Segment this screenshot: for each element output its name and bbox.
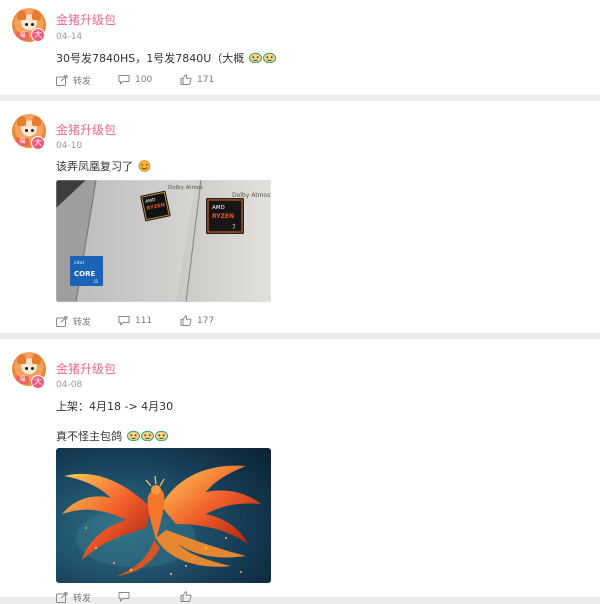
comment-button[interactable]: 111 bbox=[118, 315, 152, 326]
gift-icon: 福 bbox=[16, 32, 29, 40]
post-text-line: 真不怪主包鸽 bbox=[56, 430, 122, 443]
sly-smile-emoji-icon bbox=[138, 159, 151, 175]
username[interactable]: 金猪升级包 bbox=[56, 11, 116, 28]
vip-badge: 大 bbox=[31, 375, 45, 389]
repost-label: 转发 bbox=[73, 318, 92, 328]
username[interactable]: 金猪升级包 bbox=[56, 121, 116, 138]
gift-icon: 福 bbox=[16, 376, 29, 384]
share-icon bbox=[56, 592, 68, 603]
vip-badge: 大 bbox=[31, 28, 45, 42]
sticker-right-text: RYZEN bbox=[212, 213, 234, 220]
like-count: 171 bbox=[197, 74, 215, 85]
post-date[interactable]: 04-10 bbox=[56, 141, 82, 151]
like-button[interactable]: 177 bbox=[180, 315, 214, 326]
like-button[interactable]: 171 bbox=[180, 74, 214, 85]
comment-count: 111 bbox=[135, 315, 153, 326]
intel-num: i5 bbox=[94, 279, 98, 285]
comment-icon bbox=[118, 75, 130, 85]
thumbs-up-icon bbox=[180, 74, 192, 85]
post-photo[interactable] bbox=[56, 448, 271, 583]
laptop-stickers-photo: AMD RYZEN AMD RYZEN 7 Dolby Atmos Dolby … bbox=[56, 180, 271, 302]
doge-emoji-icon bbox=[126, 430, 140, 444]
post-date[interactable]: 04-14 bbox=[56, 32, 82, 42]
repost-label: 转发 bbox=[73, 594, 92, 604]
repost-button[interactable]: 转发 bbox=[56, 315, 91, 328]
doge-emoji-icon bbox=[248, 52, 262, 66]
comment-count: 100 bbox=[135, 74, 153, 85]
doge-emoji-icon bbox=[262, 52, 276, 66]
dolby-text-right: Dolby Atmos bbox=[232, 192, 270, 199]
post-card: 福 大 金猪升级包 04-10 该弄凤凰复习了 AMD RYZEN AMD RY… bbox=[0, 101, 600, 333]
post-text: 真不怪主包鸽 bbox=[56, 428, 168, 444]
post-text: 该弄凤凰复习了 bbox=[56, 158, 151, 175]
share-icon bbox=[56, 316, 68, 327]
comment-icon bbox=[118, 316, 130, 326]
post-text-line: 该弄凤凰复习了 bbox=[56, 160, 133, 173]
post-text-line: 上架：4月18 -> 4月30 bbox=[56, 400, 174, 413]
vip-badge: 大 bbox=[31, 136, 45, 150]
gift-icon: 福 bbox=[16, 138, 29, 146]
like-count: 177 bbox=[197, 315, 215, 326]
repost-button[interactable]: 转发 bbox=[56, 591, 91, 604]
doge-emoji-icon bbox=[140, 430, 154, 444]
post-date[interactable]: 04-08 bbox=[56, 380, 82, 390]
share-icon bbox=[56, 75, 68, 86]
thumbs-up-icon bbox=[180, 315, 192, 326]
sticker-right-num: 7 bbox=[232, 224, 236, 231]
sticker-right-brand: AMD bbox=[212, 205, 225, 211]
dolby-text-left: Dolby Atmos bbox=[168, 185, 203, 191]
intel-text: CORE bbox=[74, 270, 95, 278]
doge-emoji-icon bbox=[154, 430, 168, 444]
intel-brand: intel bbox=[74, 260, 84, 266]
post-text-line: 30号发7840HS，1号发7840U（大概 bbox=[56, 52, 245, 65]
repost-label: 转发 bbox=[73, 77, 92, 87]
post-photo[interactable]: AMD RYZEN AMD RYZEN 7 Dolby Atmos Dolby … bbox=[56, 180, 271, 302]
phoenix-artwork bbox=[56, 448, 271, 583]
post-card: 福 大 金猪升级包 04-14 30号发7840HS，1号发7840U（大概 转… bbox=[0, 0, 600, 95]
repost-button[interactable]: 转发 bbox=[56, 74, 91, 87]
post-text: 30号发7840HS，1号发7840U（大概 bbox=[56, 50, 276, 66]
post-card: 福 大 金猪升级包 04-08 上架：4月18 -> 4月30 真不怪主包鸽 转… bbox=[0, 339, 600, 604]
username[interactable]: 金猪升级包 bbox=[56, 360, 116, 377]
comment-button[interactable]: 100 bbox=[118, 74, 152, 85]
